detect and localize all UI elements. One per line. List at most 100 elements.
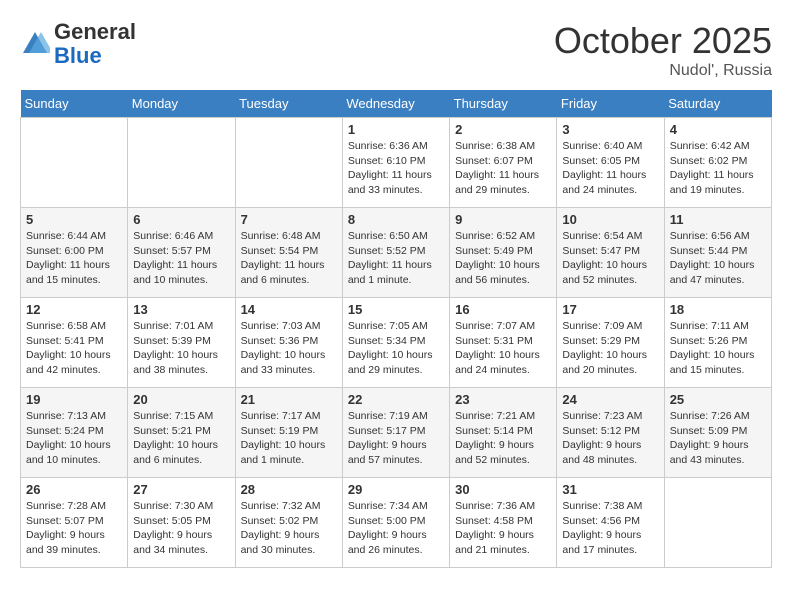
day-info: Sunrise: 7:21 AMSunset: 5:14 PMDaylight:… — [455, 409, 551, 468]
day-number: 3 — [562, 122, 658, 137]
day-info: Sunrise: 7:05 AMSunset: 5:34 PMDaylight:… — [348, 319, 444, 378]
column-header-sunday: Sunday — [21, 90, 128, 118]
day-number: 29 — [348, 482, 444, 497]
day-info: Sunrise: 6:58 AMSunset: 5:41 PMDaylight:… — [26, 319, 122, 378]
day-number: 21 — [241, 392, 337, 407]
calendar-cell: 10 Sunrise: 6:54 AMSunset: 5:47 PMDayligh… — [557, 208, 664, 298]
calendar-cell: 12Sunrise: 6:58 AMSunset: 5:41 PMDayligh… — [21, 298, 128, 388]
day-info: Sunrise: 7:30 AMSunset: 5:05 PMDaylight:… — [133, 499, 229, 558]
title-block: October 2025 Nudol', Russia — [554, 20, 772, 80]
calendar-cell — [128, 118, 235, 208]
logo-icon — [20, 29, 50, 59]
column-header-thursday: Thursday — [450, 90, 557, 118]
day-info: Sunrise: 6:54 AMSunset: 5:47 PMDaylight:… — [562, 229, 658, 288]
day-info: Sunrise: 6:56 AMSunset: 5:44 PMDaylight:… — [670, 229, 766, 288]
logo-blue-text: Blue — [54, 43, 102, 68]
day-number: 28 — [241, 482, 337, 497]
day-info: Sunrise: 7:19 AMSunset: 5:17 PMDaylight:… — [348, 409, 444, 468]
day-number: 25 — [670, 392, 766, 407]
month-title: October 2025 — [554, 20, 772, 62]
calendar-cell: 1 Sunrise: 6:36 AMSunset: 6:10 PMDaylight… — [342, 118, 449, 208]
calendar-cell: 15 Sunrise: 7:05 AMSunset: 5:34 PMDayligh… — [342, 298, 449, 388]
calendar-table: SundayMondayTuesdayWednesdayThursdayFrid… — [20, 90, 772, 568]
day-info: Sunrise: 6:46 AMSunset: 5:57 PMDaylight:… — [133, 229, 229, 288]
day-info: Sunrise: 7:07 AMSunset: 5:31 PMDaylight:… — [455, 319, 551, 378]
day-number: 17 — [562, 302, 658, 317]
day-number: 20 — [133, 392, 229, 407]
day-number: 18 — [670, 302, 766, 317]
day-info: Sunrise: 6:48 AMSunset: 5:54 PMDaylight:… — [241, 229, 337, 288]
day-info: Sunrise: 7:17 AMSunset: 5:19 PMDaylight:… — [241, 409, 337, 468]
calendar-cell: 13 Sunrise: 7:01 AMSunset: 5:39 PMDayligh… — [128, 298, 235, 388]
day-number: 7 — [241, 212, 337, 227]
day-info: Sunrise: 7:09 AMSunset: 5:29 PMDaylight:… — [562, 319, 658, 378]
day-number: 16 — [455, 302, 551, 317]
day-info: Sunrise: 7:36 AMSunset: 4:58 PMDaylight:… — [455, 499, 551, 558]
calendar-cell: 2 Sunrise: 6:38 AMSunset: 6:07 PMDaylight… — [450, 118, 557, 208]
day-number: 9 — [455, 212, 551, 227]
day-number: 30 — [455, 482, 551, 497]
day-number: 11 — [670, 212, 766, 227]
day-number: 31 — [562, 482, 658, 497]
day-number: 1 — [348, 122, 444, 137]
calendar-cell: 23 Sunrise: 7:21 AMSunset: 5:14 PMDayligh… — [450, 388, 557, 478]
calendar-cell: 17 Sunrise: 7:09 AMSunset: 5:29 PMDayligh… — [557, 298, 664, 388]
calendar-week-1: 1 Sunrise: 6:36 AMSunset: 6:10 PMDaylight… — [21, 118, 772, 208]
day-number: 14 — [241, 302, 337, 317]
day-number: 2 — [455, 122, 551, 137]
calendar-cell: 20 Sunrise: 7:15 AMSunset: 5:21 PMDayligh… — [128, 388, 235, 478]
calendar-cell: 21 Sunrise: 7:17 AMSunset: 5:19 PMDayligh… — [235, 388, 342, 478]
day-info: Sunrise: 6:50 AMSunset: 5:52 PMDaylight:… — [348, 229, 444, 288]
day-info: Sunrise: 7:32 AMSunset: 5:02 PMDaylight:… — [241, 499, 337, 558]
page-header: General Blue October 2025 Nudol', Russia — [20, 20, 772, 80]
logo: General Blue — [20, 20, 136, 68]
calendar-cell: 11 Sunrise: 6:56 AMSunset: 5:44 PMDayligh… — [664, 208, 771, 298]
day-info: Sunrise: 7:28 AMSunset: 5:07 PMDaylight:… — [26, 499, 122, 558]
day-number: 6 — [133, 212, 229, 227]
calendar-cell: 19Sunrise: 7:13 AMSunset: 5:24 PMDayligh… — [21, 388, 128, 478]
day-info: Sunrise: 6:52 AMSunset: 5:49 PMDaylight:… — [455, 229, 551, 288]
day-info: Sunrise: 7:15 AMSunset: 5:21 PMDaylight:… — [133, 409, 229, 468]
day-info: Sunrise: 7:03 AMSunset: 5:36 PMDaylight:… — [241, 319, 337, 378]
day-number: 10 — [562, 212, 658, 227]
day-info: Sunrise: 7:23 AMSunset: 5:12 PMDaylight:… — [562, 409, 658, 468]
calendar-week-5: 26 Sunrise: 7:28 AMSunset: 5:07 PMDayligh… — [21, 478, 772, 568]
day-number: 15 — [348, 302, 444, 317]
calendar-cell: 3Sunrise: 6:40 AMSunset: 6:05 PMDaylight… — [557, 118, 664, 208]
day-info: Sunrise: 7:01 AMSunset: 5:39 PMDaylight:… — [133, 319, 229, 378]
location-subtitle: Nudol', Russia — [554, 62, 772, 80]
column-header-saturday: Saturday — [664, 90, 771, 118]
day-number: 23 — [455, 392, 551, 407]
calendar-cell: 5Sunrise: 6:44 AMSunset: 6:00 PMDaylight… — [21, 208, 128, 298]
day-number: 13 — [133, 302, 229, 317]
day-info: Sunrise: 6:42 AMSunset: 6:02 PMDaylight:… — [670, 139, 766, 198]
calendar-week-3: 12Sunrise: 6:58 AMSunset: 5:41 PMDayligh… — [21, 298, 772, 388]
day-number: 26 — [26, 482, 122, 497]
logo-general-text: General — [54, 19, 136, 44]
day-number: 19 — [26, 392, 122, 407]
calendar-cell: 30 Sunrise: 7:36 AMSunset: 4:58 PMDayligh… — [450, 478, 557, 568]
calendar-cell: 25Sunrise: 7:26 AMSunset: 5:09 PMDayligh… — [664, 388, 771, 478]
calendar-cell: 18Sunrise: 7:11 AMSunset: 5:26 PMDayligh… — [664, 298, 771, 388]
day-info: Sunrise: 6:36 AMSunset: 6:10 PMDaylight:… — [348, 139, 444, 198]
calendar-cell: 6 Sunrise: 6:46 AMSunset: 5:57 PMDaylight… — [128, 208, 235, 298]
day-info: Sunrise: 6:44 AMSunset: 6:00 PMDaylight:… — [26, 229, 122, 288]
calendar-cell: 24 Sunrise: 7:23 AMSunset: 5:12 PMDayligh… — [557, 388, 664, 478]
day-info: Sunrise: 6:38 AMSunset: 6:07 PMDaylight:… — [455, 139, 551, 198]
calendar-header-row: SundayMondayTuesdayWednesdayThursdayFrid… — [21, 90, 772, 118]
calendar-cell: 29Sunrise: 7:34 AMSunset: 5:00 PMDayligh… — [342, 478, 449, 568]
calendar-cell — [664, 478, 771, 568]
calendar-cell: 16 Sunrise: 7:07 AMSunset: 5:31 PMDayligh… — [450, 298, 557, 388]
calendar-cell — [235, 118, 342, 208]
column-header-wednesday: Wednesday — [342, 90, 449, 118]
day-info: Sunrise: 7:38 AMSunset: 4:56 PMDaylight:… — [562, 499, 658, 558]
day-number: 4 — [670, 122, 766, 137]
calendar-cell: 9 Sunrise: 6:52 AMSunset: 5:49 PMDaylight… — [450, 208, 557, 298]
calendar-cell: 14 Sunrise: 7:03 AMSunset: 5:36 PMDayligh… — [235, 298, 342, 388]
calendar-week-2: 5Sunrise: 6:44 AMSunset: 6:00 PMDaylight… — [21, 208, 772, 298]
calendar-cell: 22Sunrise: 7:19 AMSunset: 5:17 PMDayligh… — [342, 388, 449, 478]
calendar-cell: 26 Sunrise: 7:28 AMSunset: 5:07 PMDayligh… — [21, 478, 128, 568]
day-number: 27 — [133, 482, 229, 497]
day-number: 24 — [562, 392, 658, 407]
calendar-cell: 28 Sunrise: 7:32 AMSunset: 5:02 PMDayligh… — [235, 478, 342, 568]
